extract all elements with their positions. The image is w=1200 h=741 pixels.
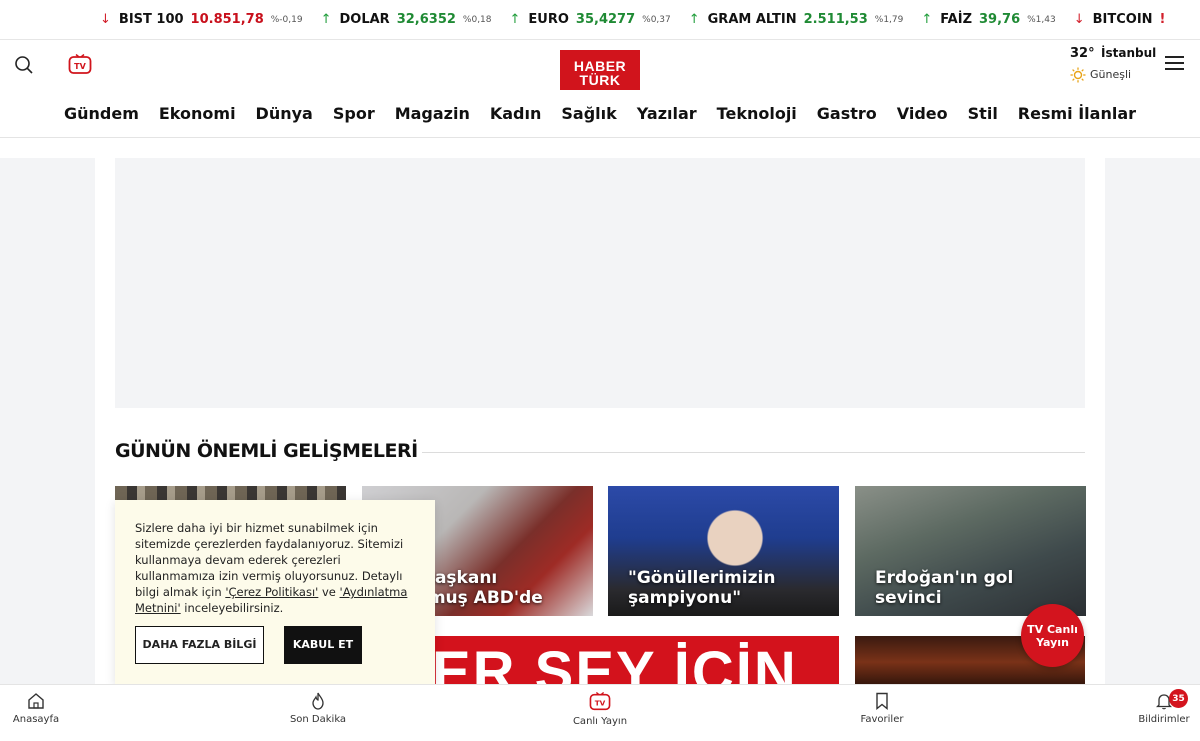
alert-icon: ! (1159, 12, 1166, 27)
ticker-value: 10.851,78 (190, 12, 264, 27)
bottom-nav-label: Son Dakika (289, 714, 347, 725)
arrow-up-icon: ↑ (921, 12, 933, 27)
more-info-button[interactable]: DAHA FAZLA BİLGİ (135, 626, 264, 664)
main-navigation: Gündem Ekonomi Dünya Spor Magazin Kadın … (0, 90, 1200, 138)
ticker-name: FAİZ (940, 12, 972, 27)
arrow-up-icon: ↑ (688, 12, 700, 27)
weather-widget[interactable]: 32° İstanbul Güneşli (1070, 44, 1160, 88)
news-caption: Erdoğan'ın gol sevinci (875, 568, 1014, 608)
tv-icon: TV (589, 692, 611, 711)
search-button[interactable] (14, 55, 36, 77)
nav-item-dunya[interactable]: Dünya (256, 104, 313, 123)
nav-item-kadin[interactable]: Kadın (490, 104, 542, 123)
arrow-up-icon: ↑ (320, 12, 332, 27)
cookie-text-part: inceleyebilirsiniz. (180, 601, 284, 615)
ticker-item-euro[interactable]: ↑ EURO 35,4277 %0,37 (510, 12, 671, 27)
nav-item-spor[interactable]: Spor (333, 104, 375, 123)
bottom-nav-label: Favoriler (860, 714, 904, 725)
weather-condition: Güneşli (1090, 68, 1132, 81)
arrow-down-icon: ↓ (1073, 12, 1085, 27)
arrow-down-icon: ↓ (100, 12, 111, 27)
nav-item-resmi-ilanlar[interactable]: Resmi İlanlar (1018, 104, 1136, 123)
news-card[interactable]: "Gönüllerimizin şampiyonu" (608, 486, 839, 616)
cookie-policy-link[interactable]: 'Çerez Politikası' (225, 585, 318, 599)
tv-live-button[interactable]: TV Canlı Yayın (1021, 604, 1084, 667)
nav-item-teknoloji[interactable]: Teknoloji (717, 104, 797, 123)
promo-banner-text: ER ŞEY İÇİN (432, 640, 798, 689)
market-ticker: ↓ BIST 100 10.851,78 %-0,19 ↑ DOLAR 32,6… (0, 0, 1200, 40)
news-card[interactable]: Erdoğan'ın gol sevinci (855, 486, 1086, 616)
ticker-value: 32,6352 (396, 12, 456, 27)
logo-text-bottom: TÜRK (579, 72, 621, 88)
ticker-item-bist[interactable]: ↓ BIST 100 10.851,78 %-0,19 (100, 12, 303, 27)
logo-text-top: HABER (573, 58, 627, 74)
live-tv-button[interactable]: TV (68, 53, 92, 78)
ticker-change: %0,37 (642, 14, 671, 25)
bottom-nav-label: Canlı Yayın (572, 716, 628, 727)
section-divider (422, 452, 1085, 453)
news-caption: "Gönüllerimizin şampiyonu" (628, 568, 776, 608)
bottom-nav-breaking[interactable]: Son Dakika (283, 685, 353, 741)
weather-city: İstanbul (1101, 46, 1157, 60)
bottom-nav-label: Bildirimler (1138, 714, 1190, 725)
bottom-nav-label: Anasayfa (12, 714, 60, 725)
nav-item-saglik[interactable]: Sağlık (561, 104, 616, 123)
ticker-value: 2.511,53 (803, 12, 868, 27)
nav-item-gastro[interactable]: Gastro (817, 104, 877, 123)
cookie-text-part: ve (318, 585, 340, 599)
notification-count-badge: 35 (1169, 689, 1188, 708)
sun-icon (1070, 67, 1086, 83)
search-icon (15, 56, 33, 74)
nav-item-gundem[interactable]: Gündem (64, 104, 139, 123)
news-caption: Başkanı lmuş ABD'de (422, 568, 543, 608)
site-header: TV HABER TÜRK 32° İstanbul Güneşli (0, 40, 1200, 96)
svg-text:TV: TV (595, 699, 606, 708)
ticker-item-dolar[interactable]: ↑ DOLAR 32,6352 %0,18 (321, 12, 492, 27)
nav-item-stil[interactable]: Stil (968, 104, 998, 123)
cookie-text: Sizlere daha iyi bir hizmet sunabilmek i… (135, 520, 417, 616)
nav-item-yazilar[interactable]: Yazılar (637, 104, 697, 123)
weather-temperature: 32° (1070, 46, 1095, 61)
ticker-item-gram-altin[interactable]: ↑ GRAM ALTIN 2.511,53 %1,79 (689, 12, 904, 27)
ticker-item-bitcoin[interactable]: ↓ BITCOIN ! (1074, 12, 1166, 27)
bottom-nav-live[interactable]: TV Canlı Yayın (565, 685, 635, 741)
ticker-name: EURO (528, 12, 569, 27)
cookie-consent-banner: Sizlere daha iyi bir hizmet sunabilmek i… (115, 500, 435, 685)
nav-item-video[interactable]: Video (897, 104, 948, 123)
ticker-name: BIST 100 (118, 12, 184, 27)
accept-cookies-button[interactable]: KABUL ET (284, 626, 362, 664)
ticker-change: %0,18 (462, 14, 492, 25)
ticker-value: 35,4277 (575, 12, 636, 27)
bottom-nav-favorites[interactable]: Favoriler (852, 685, 912, 741)
home-icon (28, 693, 44, 709)
ticker-name: GRAM ALTIN (707, 12, 797, 27)
ticker-change: %1,43 (1027, 14, 1056, 25)
ticker-change: %-0,19 (270, 14, 303, 25)
bottom-nav-home[interactable]: Anasayfa (6, 685, 66, 741)
nav-item-ekonomi[interactable]: Ekonomi (159, 104, 236, 123)
news-image (115, 486, 346, 500)
bookmark-icon (876, 692, 888, 710)
ticker-name: DOLAR (339, 12, 390, 27)
hamburger-menu-button[interactable] (1165, 56, 1187, 76)
tv-icon: TV (68, 53, 92, 74)
arrow-up-icon: ↑ (509, 12, 521, 27)
ticker-name: BITCOIN (1092, 12, 1153, 27)
ad-placeholder (115, 158, 1085, 408)
bottom-navigation: Anasayfa Son Dakika TV Canlı Yayın Favor… (0, 684, 1200, 740)
hamburger-icon (1165, 56, 1187, 70)
svg-text:TV: TV (74, 62, 86, 71)
section-title: GÜNÜN ÖNEMLİ GELİŞMELERİ (115, 440, 418, 462)
nav-item-magazin[interactable]: Magazin (395, 104, 470, 123)
ticker-item-faiz[interactable]: ↑ FAİZ 39,76 %1,43 (921, 12, 1055, 27)
right-ad-rail (1105, 158, 1200, 688)
ticker-change: %1,79 (874, 14, 904, 25)
ticker-value: 39,76 (979, 12, 1021, 27)
left-ad-rail (0, 158, 95, 688)
flame-icon (312, 692, 324, 710)
